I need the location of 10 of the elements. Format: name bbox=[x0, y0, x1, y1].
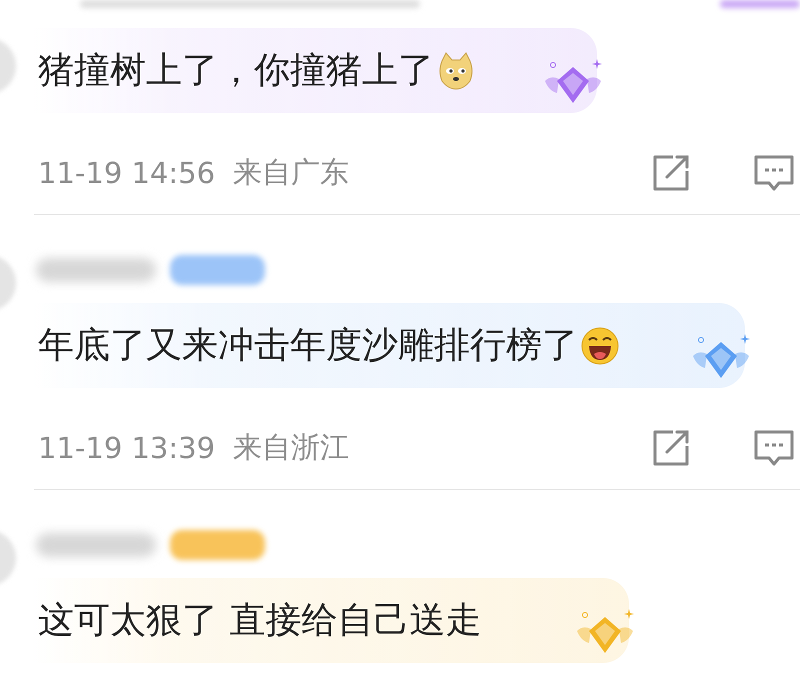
comment-location: 来自浙江 bbox=[233, 429, 350, 466]
share-icon[interactable] bbox=[651, 428, 691, 468]
comment-time: 11-19 14:56 bbox=[38, 156, 216, 190]
laughing-face-icon bbox=[580, 326, 620, 366]
comment-text: 年底了又来冲击年度沙雕排行榜了 bbox=[38, 328, 578, 364]
comment-time: 11-19 13:39 bbox=[38, 431, 216, 465]
share-icon[interactable] bbox=[651, 153, 691, 193]
comment-text: 这可太狠了 直接给自己送走 bbox=[38, 602, 482, 638]
comment-location: 来自广东 bbox=[233, 154, 350, 191]
comment-text: 猪撞树上了，你撞猪上了 bbox=[38, 52, 434, 88]
